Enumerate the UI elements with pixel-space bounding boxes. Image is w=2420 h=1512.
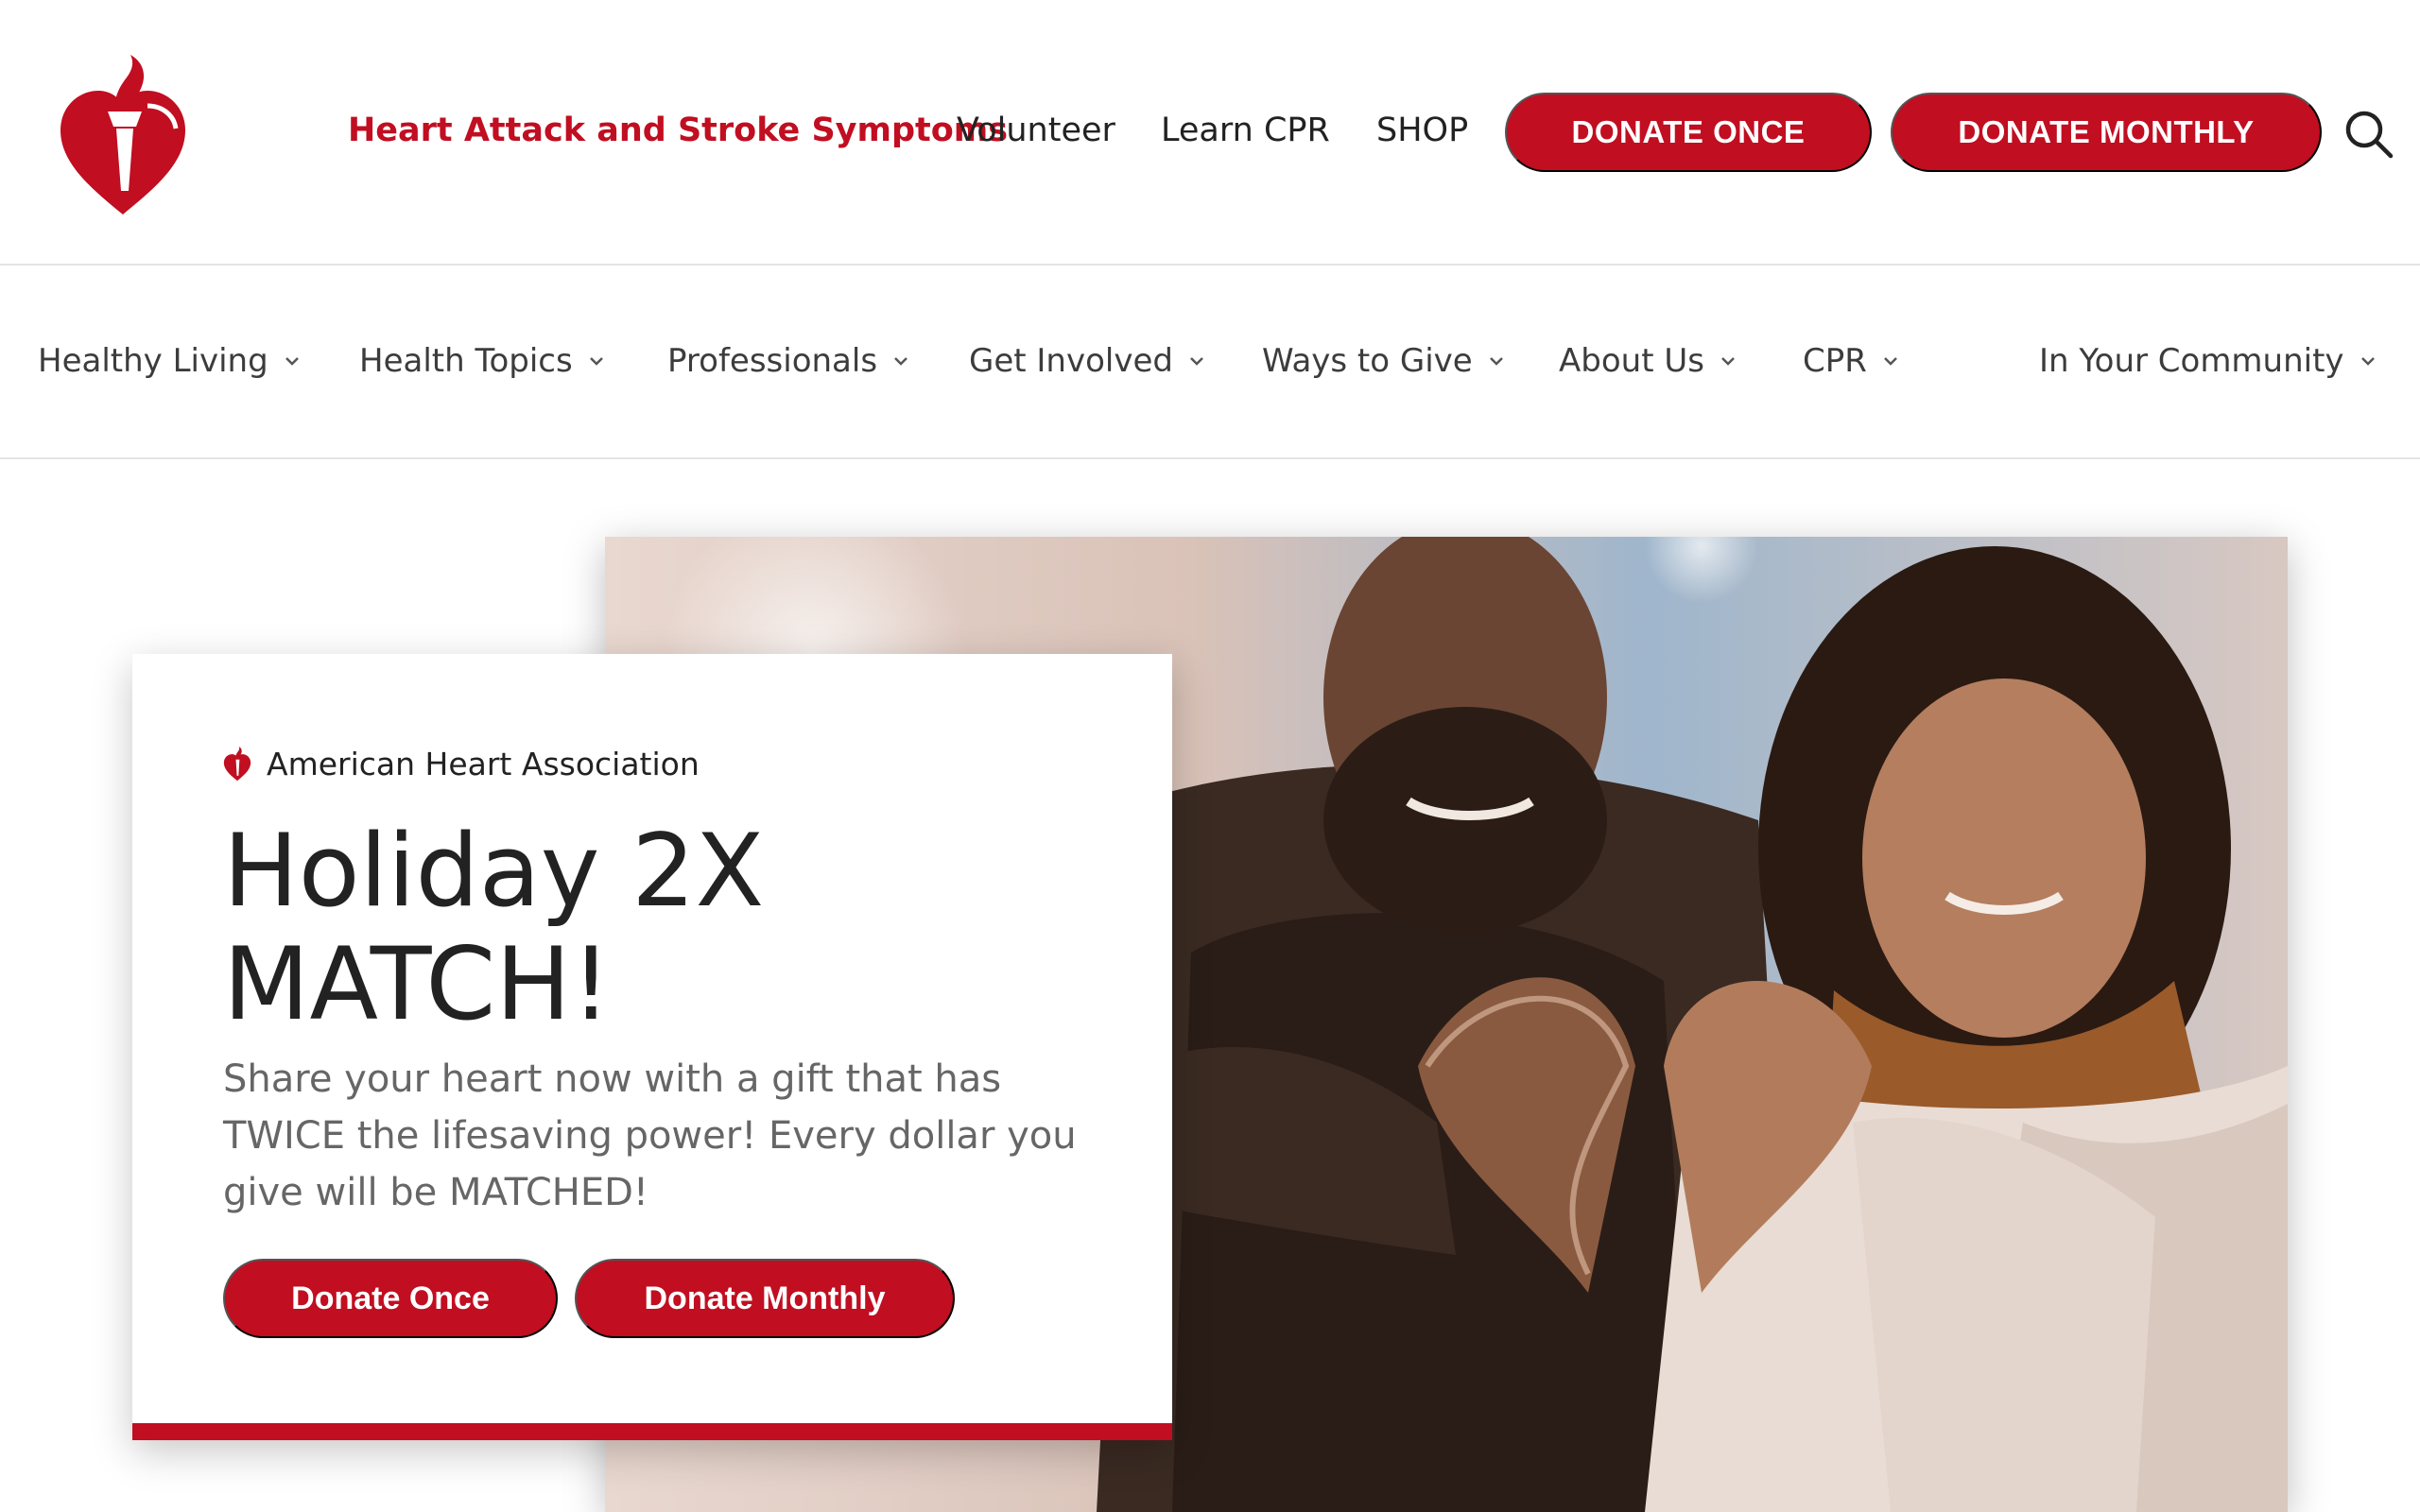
chevron-down-icon	[1190, 357, 1203, 366]
card-accent-bar	[132, 1423, 1172, 1440]
heart-torch-icon	[60, 55, 185, 215]
nav-label: Health Topics	[359, 342, 573, 380]
chevron-down-icon	[1721, 357, 1735, 366]
donate-once-header-button[interactable]: DONATE ONCE	[1505, 93, 1872, 172]
chevron-down-icon	[1883, 357, 1897, 366]
nav-get-involved[interactable]: Get Involved	[969, 342, 1209, 380]
hero-description: Share your heart now with a gift that ha…	[223, 1057, 1077, 1214]
donate-monthly-header-button[interactable]: DONATE MONTHLY	[1891, 93, 2322, 172]
chevron-down-icon	[2360, 357, 2375, 366]
search-button[interactable]	[2342, 108, 2395, 161]
nav-label: Get Involved	[969, 342, 1173, 380]
nav-label: Healthy Living	[38, 342, 268, 380]
nav-about-us[interactable]: About Us	[1559, 342, 1740, 380]
nav-professionals[interactable]: Professionals	[667, 342, 913, 380]
chevron-down-icon	[1489, 357, 1503, 366]
nav-health-topics[interactable]: Health Topics	[359, 342, 609, 380]
nav-label: CPR	[1803, 342, 1867, 380]
search-icon	[2345, 111, 2394, 159]
nav-healthy-living[interactable]: Healthy Living	[38, 342, 304, 380]
chevron-down-icon	[589, 357, 603, 366]
heart-attack-stroke-symptoms-link[interactable]: Heart Attack and Stroke Symptoms	[348, 112, 1008, 149]
chevron-down-icon	[894, 357, 908, 366]
volunteer-link[interactable]: Volunteer	[957, 112, 1115, 149]
brand-name: American Heart Association	[267, 745, 700, 782]
nav-ways-to-give[interactable]: Ways to Give	[1262, 342, 1509, 380]
nav-label: In Your Community	[2039, 342, 2344, 380]
learn-cpr-link[interactable]: Learn CPR	[1161, 112, 1330, 149]
donate-monthly-button[interactable]: Donate Monthly	[575, 1259, 955, 1338]
hero-card: American Heart Association Holiday 2X MA…	[132, 654, 1172, 1440]
nav-in-your-community[interactable]: In Your Community	[2039, 342, 2380, 380]
aha-small-logo-icon	[223, 747, 251, 782]
nav-cpr[interactable]: CPR	[1803, 342, 1903, 380]
brand-line: American Heart Association	[223, 745, 700, 782]
nav-label: About Us	[1559, 342, 1704, 380]
hero-title: Holiday 2X MATCH!	[223, 813, 765, 1042]
nav-label: Ways to Give	[1262, 342, 1473, 380]
aha-logo[interactable]	[57, 49, 189, 219]
nav-label: Professionals	[667, 342, 878, 380]
chevron-down-icon	[285, 357, 299, 366]
donate-once-button[interactable]: Donate Once	[223, 1259, 558, 1338]
top-header: Heart Attack and Stroke Symptoms Volunte…	[0, 0, 2420, 266]
shop-link[interactable]: SHOP	[1376, 112, 1468, 149]
